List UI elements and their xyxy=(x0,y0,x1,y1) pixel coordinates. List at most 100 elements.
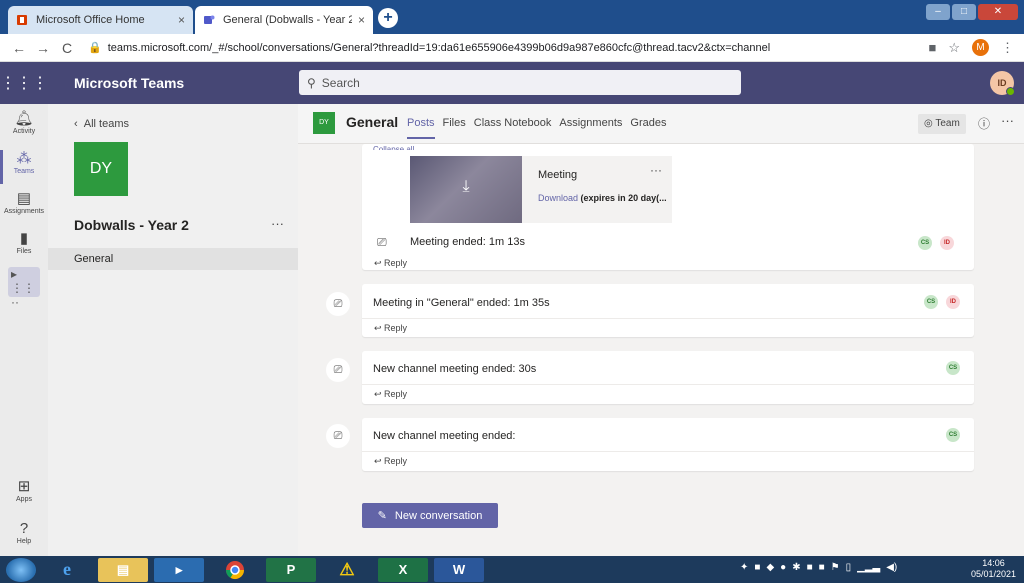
participant-avatar[interactable]: CS xyxy=(924,295,938,309)
rail-item-activity[interactable]: 🔔︎ Activity xyxy=(0,110,48,135)
tab-files[interactable]: Files xyxy=(443,117,466,139)
close-tab-icon[interactable]: × xyxy=(358,13,365,27)
meeting-camera-icon: ⎚ xyxy=(326,292,350,316)
compose-icon: ✎ xyxy=(377,510,387,522)
back-arrow-icon[interactable]: ← xyxy=(10,40,28,56)
file-explorer-icon[interactable]: ▤ xyxy=(98,557,148,582)
team-name: Dobwalls - Year 2 xyxy=(74,217,189,233)
window-close-icon[interactable]: ✕ xyxy=(978,4,1018,20)
internet-explorer-icon[interactable]: e xyxy=(42,558,92,582)
rail-item-label: Files xyxy=(16,248,32,255)
help-icon: ? xyxy=(19,520,29,537)
browser-menu-icon[interactable]: ⋮ xyxy=(1001,40,1014,56)
participant-avatar[interactable]: ID xyxy=(940,236,954,250)
reply-button[interactable]: ↩ Reply xyxy=(374,323,407,334)
channel-main: DY General Posts Files Class Notebook As… xyxy=(298,104,1024,556)
teams-icon: ⁂ xyxy=(16,150,32,167)
forward-arrow-icon[interactable]: → xyxy=(34,40,52,56)
media-player-icon[interactable]: ▸ xyxy=(154,557,204,582)
reply-button[interactable]: ↩ Reply xyxy=(374,389,407,400)
team-more-options-icon[interactable]: ··· xyxy=(271,216,284,231)
start-button[interactable] xyxy=(6,557,36,582)
battery-icon[interactable]: ▯ xyxy=(846,562,852,573)
tab-assignments[interactable]: Assignments xyxy=(559,117,622,139)
participant-avatar[interactable]: ID xyxy=(946,295,960,309)
tray-icon[interactable]: ■ xyxy=(807,562,813,573)
system-tray: ✦ ■ ◆ ● ✱ ■ ■ ⚑ ▯ ▁▂▃ ◀) xyxy=(740,562,897,573)
rail-item-files[interactable]: ▮ Files xyxy=(0,230,48,255)
divider xyxy=(362,384,974,385)
bluetooth-icon[interactable]: ✱ xyxy=(792,562,800,573)
new-tab-button[interactable]: + xyxy=(378,8,398,28)
tab-grades[interactable]: Grades xyxy=(630,117,666,139)
project-icon[interactable]: P xyxy=(266,557,316,582)
meeting-card: New channel meeting ended: 30s CS ↩ Repl… xyxy=(362,351,974,404)
reload-icon[interactable]: C xyxy=(58,40,76,56)
channel-team-tile: DY xyxy=(313,112,335,134)
all-teams-link[interactable]: ‹ All teams xyxy=(74,118,129,130)
url-text: teams.microsoft.com/_#/school/conversati… xyxy=(107,42,771,54)
app-rail: 🔔︎ Activity ⁂ Teams ▤ Assignments ▮ File… xyxy=(0,104,48,556)
rail-item-teams[interactable]: ⁂ Teams xyxy=(0,150,48,184)
star-icon[interactable]: ☆ xyxy=(948,40,960,56)
event-text: Meeting ended: 1m 13s xyxy=(410,236,525,248)
signal-icon[interactable]: ▁▂▃ xyxy=(857,562,880,573)
excel-icon[interactable]: X xyxy=(378,557,428,582)
meeting-card: New channel meeting ended: CS ↩ Reply xyxy=(362,418,974,471)
maximize-icon[interactable]: □ xyxy=(952,4,976,20)
app-launcher-icon[interactable]: ⋮⋮⋮ xyxy=(0,73,48,93)
team-button[interactable]: ◎ Team xyxy=(918,114,966,134)
word-icon[interactable]: W xyxy=(434,557,484,582)
volume-icon[interactable]: ◀) xyxy=(886,562,897,573)
participant-avatar[interactable]: CS xyxy=(918,236,932,250)
participant-avatar[interactable]: CS xyxy=(946,428,960,442)
search-icon: ⚲ xyxy=(307,75,316,90)
files-icon: ▮ xyxy=(19,230,29,247)
presence-available-icon xyxy=(1006,87,1015,96)
rail-item-label: Assignments xyxy=(3,208,45,215)
chrome-icon[interactable] xyxy=(210,558,260,582)
tray-icon[interactable]: ✦ xyxy=(740,562,748,573)
download-link[interactable]: Download (expires in 20 day(... xyxy=(538,193,667,203)
new-conversation-button[interactable]: ✎ New conversation xyxy=(362,503,498,528)
browser-tab-office-home[interactable]: Microsoft Office Home × xyxy=(8,6,193,34)
warning-app-icon[interactable]: ⚠ xyxy=(322,558,372,582)
browser-profile-avatar[interactable]: M xyxy=(972,39,989,56)
app-title: Microsoft Teams xyxy=(74,75,185,91)
browser-tab-teams-general[interactable]: General (Dobwalls - Year 2) | Mic × xyxy=(195,6,373,34)
reply-button[interactable]: ↩ Reply xyxy=(374,456,407,467)
tab-class-notebook[interactable]: Class Notebook xyxy=(474,117,552,139)
channel-header: DY General Posts Files Class Notebook As… xyxy=(298,104,1024,144)
flag-icon[interactable]: ⚑ xyxy=(831,562,840,573)
rail-item-apps[interactable]: ⊞ Apps xyxy=(0,478,48,503)
office-icon xyxy=(17,15,27,25)
camera-icon[interactable]: ■ xyxy=(928,40,936,55)
channel-more-options-icon[interactable]: ··· xyxy=(1001,113,1014,128)
system-clock[interactable]: 14:06 05/01/2021 xyxy=(971,558,1016,580)
channel-item-general[interactable]: General xyxy=(48,248,298,270)
tray-icon[interactable]: ■ xyxy=(754,562,760,573)
search-input[interactable]: ⚲ Search xyxy=(299,70,741,95)
recording-more-options-icon[interactable]: ··· xyxy=(650,163,662,177)
tray-icon[interactable]: ■ xyxy=(819,562,825,573)
user-avatar[interactable]: ID xyxy=(990,71,1015,96)
meeting-card: ⤓ Meeting ··· Download (expires in 20 da… xyxy=(362,144,974,270)
more-apps-button[interactable]: ▸ ⋮⋮ ·· xyxy=(8,267,40,309)
info-icon[interactable]: ⓘ xyxy=(978,115,990,132)
search-placeholder: Search xyxy=(321,75,360,90)
minimize-icon[interactable]: – xyxy=(926,4,950,20)
close-tab-icon[interactable]: × xyxy=(178,13,185,27)
rail-item-help[interactable]: ? Help xyxy=(0,520,48,545)
tray-icon[interactable]: ◆ xyxy=(766,562,774,573)
rail-item-assignments[interactable]: ▤ Assignments xyxy=(0,190,48,215)
tab-posts[interactable]: Posts xyxy=(407,117,435,139)
meeting-card: Meeting in "General" ended: 1m 35s CS ID… xyxy=(362,284,974,337)
collapse-all-link[interactable]: Collapse all xyxy=(373,145,414,150)
tray-icon[interactable]: ● xyxy=(780,562,786,573)
recording-thumbnail[interactable]: ⤓ xyxy=(410,156,522,223)
participant-avatar[interactable]: CS xyxy=(946,361,960,375)
os-taskbar: e ▤ ▸ P ⚠ X W ✦ ■ ◆ ● ✱ ■ ■ ⚑ ▯ ▁▂▃ ◀) 1… xyxy=(0,556,1024,583)
url-field[interactable]: 🔒 teams.microsoft.com/_#/school/conversat… xyxy=(88,41,770,54)
reply-button[interactable]: ↩ Reply xyxy=(374,258,407,269)
rail-item-label: Help xyxy=(16,538,32,545)
